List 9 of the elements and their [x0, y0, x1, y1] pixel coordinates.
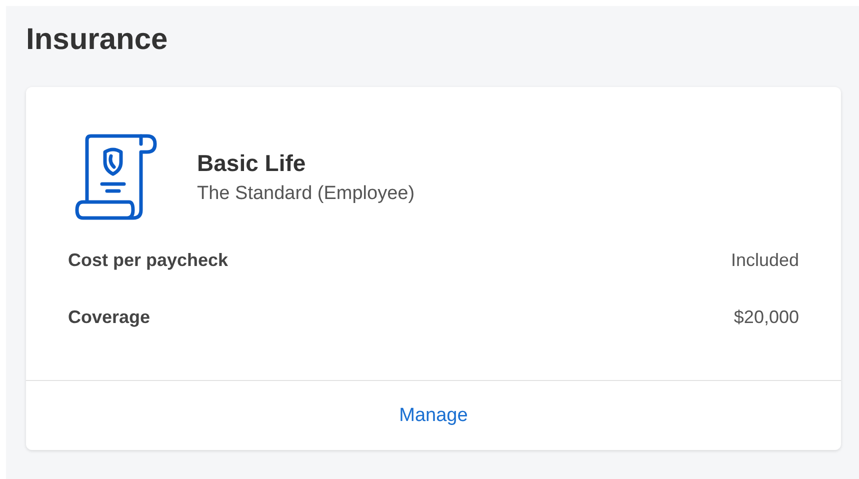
detail-value: $20,000: [734, 306, 799, 328]
plan-provider: The Standard (Employee): [197, 182, 415, 204]
detail-label: Cost per paycheck: [68, 250, 228, 270]
detail-value: Included: [730, 250, 799, 270]
section-title: Insurance: [26, 26, 169, 58]
detail-label: Coverage: [68, 306, 150, 328]
plan-name: Basic Life: [197, 150, 307, 176]
manage-link[interactable]: Manage: [399, 404, 468, 426]
policy-scroll-icon: [75, 134, 159, 220]
